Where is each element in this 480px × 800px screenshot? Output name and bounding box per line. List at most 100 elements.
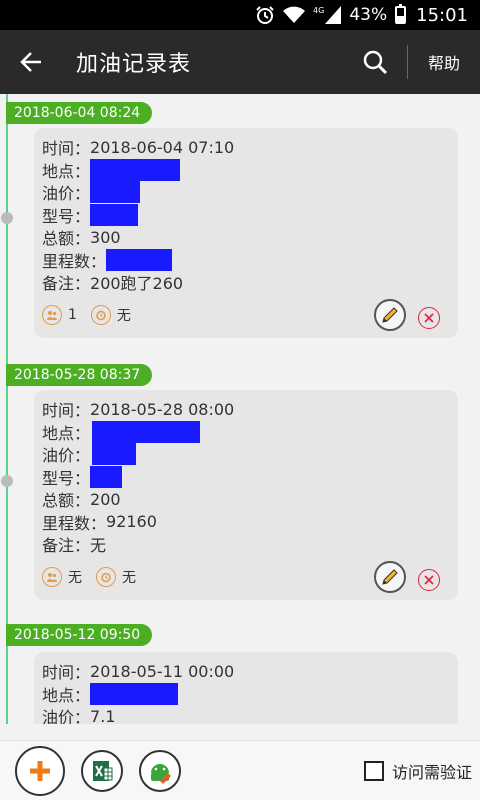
edit-button[interactable]: [374, 298, 406, 331]
record-timeline[interactable]: 2018-06-04 08:24 时间： 2018-06-04 07:10 地点：…: [0, 94, 480, 724]
record-field: 总额： 300: [42, 226, 450, 249]
field-label: 地点：: [42, 685, 91, 705]
timeline-dot: [1, 212, 13, 224]
redacted-value: [90, 158, 181, 181]
meta-value: 无: [116, 307, 131, 324]
meta-item: 无: [90, 304, 131, 325]
field-label: 时间：: [42, 401, 91, 421]
delete-button[interactable]: [418, 306, 440, 329]
field-label: 油价：: [42, 184, 91, 204]
back-arrow-icon: [20, 52, 41, 72]
field-label: 里程数：: [42, 513, 107, 533]
wifi-icon: [283, 6, 306, 24]
bottom-bar: 访问需验证: [0, 740, 480, 800]
plus-icon: [30, 760, 50, 781]
record-field: 地点：: [42, 158, 450, 182]
record-card[interactable]: 时间： 2018-05-11 00:00 地点： 油价： 7.1: [34, 652, 458, 724]
meta-item: 1: [42, 304, 77, 325]
verify-checkbox[interactable]: [363, 760, 384, 781]
field-value: 2018-06-04 07:10: [90, 137, 235, 157]
field-label: 地点：: [42, 161, 91, 181]
status-bar: 4G 43% 15:01: [0, 0, 480, 30]
people-icon: [42, 566, 62, 587]
edit-button[interactable]: [374, 560, 406, 593]
field-value: 2018-05-11 00:00: [90, 661, 235, 681]
field-label: 备注：: [42, 274, 91, 294]
field-label: 里程数：: [42, 251, 107, 271]
meta-value: 无: [68, 569, 82, 586]
back-button[interactable]: [0, 30, 62, 94]
field-label: 油价：: [42, 446, 91, 466]
redacted-value: [90, 203, 139, 226]
redacted-value: [90, 682, 179, 705]
battery-icon: [395, 4, 407, 24]
add-record-button[interactable]: [15, 745, 65, 796]
alarm-clock-icon: [96, 566, 116, 587]
record-card[interactable]: 时间： 2018-05-28 08:00 地点： 油价： 型号： 总额： 200 里…: [34, 390, 458, 600]
edit-theme-button[interactable]: [139, 749, 181, 792]
alarm-icon: [255, 5, 275, 25]
verify-option[interactable]: 访问需验证: [363, 759, 472, 783]
record-field: 油价：: [42, 181, 450, 204]
redacted-value: [92, 420, 201, 443]
field-label: 油价：: [42, 708, 91, 724]
record-date: 2018-05-28 08:37: [6, 364, 153, 386]
network-type-label: 4G: [313, 6, 325, 15]
meta-item: 无: [96, 566, 136, 587]
redacted-value: [90, 181, 141, 204]
field-value: 200跑了260: [90, 274, 184, 294]
meta-item: 无: [42, 566, 82, 587]
redacted-value: [92, 443, 137, 466]
record-card[interactable]: 时间： 2018-06-04 07:10 地点： 油价： 型号： 总额： 300 里…: [34, 128, 458, 338]
record-field: 油价： 7.1: [42, 705, 450, 724]
alarm-clock-icon: [90, 304, 111, 325]
record-field: 油价：: [42, 443, 450, 466]
field-label: 备注：: [42, 536, 91, 556]
search-icon: [363, 50, 388, 75]
pencil-icon: [382, 568, 398, 585]
record-field: 型号：: [42, 203, 450, 227]
field-label: 型号：: [42, 468, 91, 488]
record-field: 备注： 200跑了260: [42, 271, 450, 294]
field-label: 总额：: [42, 491, 91, 511]
field-label: 型号：: [42, 206, 91, 226]
help-button[interactable]: 帮助: [416, 30, 480, 94]
people-icon: [42, 304, 62, 325]
record-field: 里程数： 92160: [42, 511, 450, 534]
card-footer: 1 无: [42, 294, 450, 336]
record-field: 地点：: [42, 682, 450, 706]
record-field: 时间： 2018-05-28 08:00: [42, 398, 450, 421]
android-edit-icon: [151, 763, 171, 784]
record-field: 里程数：: [42, 248, 450, 272]
field-label: 地点：: [42, 423, 91, 443]
clock: 15:01: [416, 4, 468, 26]
meta-value: 无: [122, 569, 136, 586]
search-button[interactable]: [347, 30, 403, 94]
record-field: 时间： 2018-06-04 07:10: [42, 136, 450, 159]
field-value: 200: [90, 489, 121, 509]
close-icon: [424, 312, 434, 323]
redacted-value: [90, 465, 123, 488]
close-icon: [424, 574, 434, 585]
delete-button[interactable]: [418, 568, 440, 591]
field-value: 2018-05-28 08:00: [90, 399, 235, 419]
field-value: 无: [90, 536, 107, 556]
app-bar: 加油记录表 帮助: [0, 30, 480, 94]
field-value: 92160: [106, 512, 157, 532]
field-value: 300: [90, 227, 121, 247]
page-title: 加油记录表: [76, 52, 192, 77]
export-excel-button[interactable]: [81, 749, 123, 792]
field-label: 时间：: [42, 139, 91, 159]
verify-label: 访问需验证: [391, 762, 472, 782]
record-date: 2018-06-04 08:24: [6, 102, 153, 124]
field-label: 时间：: [42, 663, 91, 683]
record-field: 备注：无: [42, 533, 450, 556]
record-field: 型号：: [42, 465, 450, 489]
card-footer: 无 无: [42, 556, 450, 598]
record-field: 时间： 2018-05-11 00:00: [42, 660, 450, 683]
timeline-dot: [1, 475, 13, 487]
signal-icon: 4G: [313, 6, 342, 24]
redacted-value: [106, 248, 173, 271]
field-label: 总额：: [42, 229, 91, 249]
field-value: 7.1: [90, 706, 116, 724]
